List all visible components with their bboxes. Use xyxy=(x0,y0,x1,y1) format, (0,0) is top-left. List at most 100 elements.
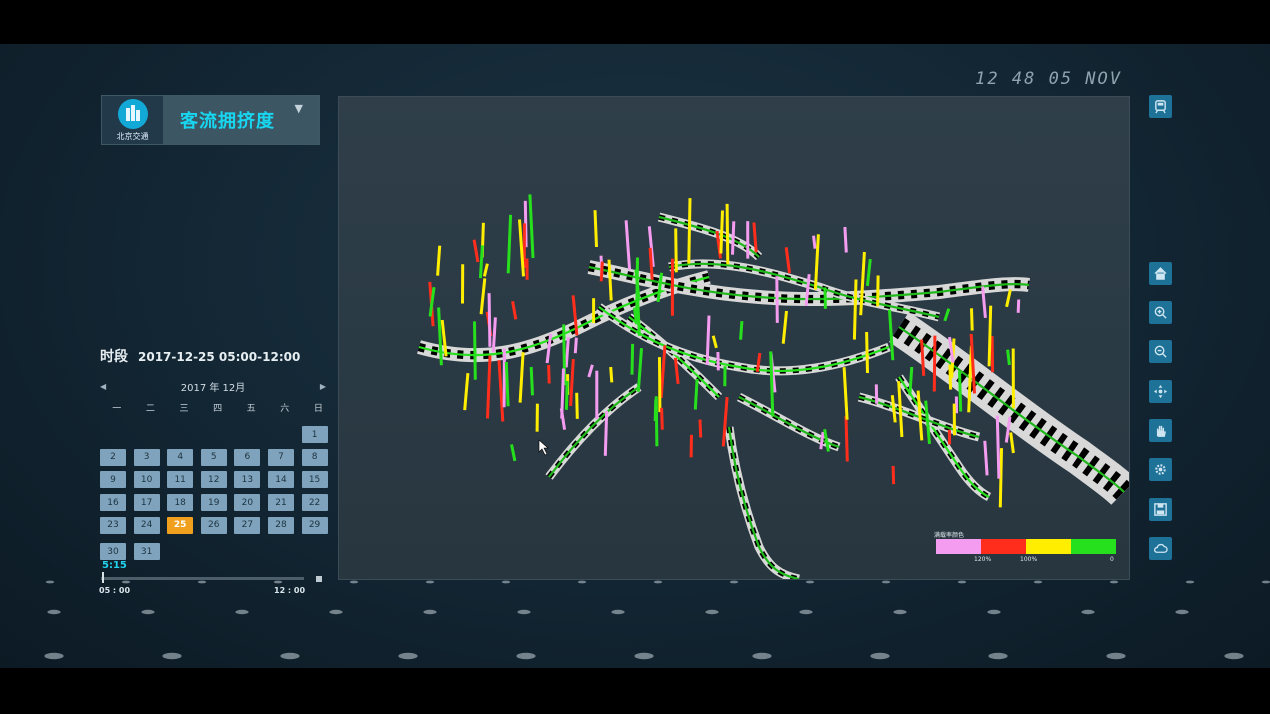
weekday-label: 六 xyxy=(280,404,290,414)
calendar-day[interactable]: 27 xyxy=(234,516,261,534)
station-load-bar xyxy=(705,315,711,365)
calendar-day[interactable]: 9 xyxy=(100,471,126,489)
calendar-day[interactable]: 10 xyxy=(133,471,160,489)
network-visualization xyxy=(417,194,1129,579)
cloud-icon[interactable] xyxy=(1149,537,1172,560)
calendar-day[interactable]: 11 xyxy=(167,471,194,489)
triangle-down-icon[interactable]: ▼ xyxy=(295,102,303,115)
period-value: 2017-12-25 05:00-12:00 xyxy=(138,350,301,364)
station-load-bar xyxy=(958,371,963,412)
calendar-day-selected[interactable]: 25 xyxy=(167,516,194,534)
station-load-bar xyxy=(916,390,924,441)
floor-dot xyxy=(1175,609,1189,615)
zoom-out-icon[interactable] xyxy=(1149,340,1172,363)
calendar-day[interactable]: 20 xyxy=(234,494,261,512)
calendar-day[interactable]: 16 xyxy=(100,494,126,512)
calendar-day[interactable]: 29 xyxy=(301,516,328,534)
calendar-day[interactable]: 4 xyxy=(167,448,194,466)
station-load-bar xyxy=(924,400,931,445)
station-load-bar xyxy=(897,381,904,438)
floor-dot xyxy=(197,580,207,584)
floor-dot xyxy=(799,609,813,615)
station-load-bar xyxy=(987,305,993,367)
weekday-header: 一二三四五六日 xyxy=(100,401,330,414)
calendar-day[interactable]: 26 xyxy=(200,516,227,534)
station-load-bar xyxy=(603,410,609,456)
calendar-day[interactable]: 24 xyxy=(133,516,160,534)
calendar-day[interactable]: 2 xyxy=(100,448,126,466)
legend-swatch xyxy=(936,539,981,554)
page-title: 客流拥挤度 xyxy=(180,111,275,132)
station-load-bar xyxy=(487,293,492,347)
save-icon[interactable] xyxy=(1149,498,1172,521)
subway-3d-map[interactable] xyxy=(338,96,1130,580)
floor-dot xyxy=(423,609,437,615)
station-load-bar xyxy=(510,444,517,462)
calendar-day[interactable]: 6 xyxy=(234,448,261,466)
hand-icon[interactable] xyxy=(1149,419,1172,442)
title-header: 北京交通 客流拥挤度 ▼ xyxy=(101,95,320,145)
stop-icon[interactable] xyxy=(316,576,322,582)
calendar-empty xyxy=(234,426,260,443)
station-load-bar xyxy=(781,310,788,344)
calendar-day[interactable]: 28 xyxy=(267,516,294,534)
calendar-day[interactable]: 3 xyxy=(133,448,160,466)
chevron-left-icon[interactable]: ◀ xyxy=(100,382,106,391)
clock: 12 48 05 NOV xyxy=(975,69,1122,89)
move-icon[interactable] xyxy=(1149,380,1172,403)
calendar-day[interactable]: 13 xyxy=(234,471,261,489)
station-load-bar xyxy=(593,210,598,248)
station-load-bar xyxy=(587,364,594,378)
floor-dot xyxy=(1081,609,1095,615)
calendar-day[interactable]: 8 xyxy=(301,448,328,466)
station-load-bar xyxy=(472,239,480,263)
floor-dot xyxy=(280,652,300,660)
station-load-bar xyxy=(511,300,518,320)
calendar-day[interactable]: 15 xyxy=(301,471,328,489)
station-load-bar xyxy=(891,465,896,485)
slider-handle[interactable] xyxy=(102,572,104,583)
calendar-day[interactable]: 12 xyxy=(200,471,227,489)
calendar-day[interactable]: 18 xyxy=(167,494,194,512)
calendar-day[interactable]: 14 xyxy=(267,471,294,489)
calendar-day[interactable]: 31 xyxy=(133,543,160,561)
station-load-bar xyxy=(990,336,995,373)
calendar-empty xyxy=(134,426,160,443)
station-load-bar xyxy=(784,247,791,274)
calendar-day[interactable]: 30 xyxy=(100,543,126,561)
zoom-in-icon[interactable] xyxy=(1149,301,1172,324)
station-load-bar xyxy=(1006,349,1011,366)
calendar-day[interactable]: 23 xyxy=(100,516,126,534)
chevron-right-icon[interactable]: ▶ xyxy=(320,382,326,391)
station-load-bar xyxy=(660,407,664,430)
station-load-bar xyxy=(719,210,724,254)
calendar-day[interactable]: 1 xyxy=(301,426,328,443)
calendar-day[interactable]: 5 xyxy=(200,448,227,466)
settings-icon[interactable] xyxy=(1149,458,1172,481)
calendar-day[interactable]: 22 xyxy=(301,494,328,512)
station-load-bar xyxy=(698,419,703,438)
view-selector[interactable]: 客流拥挤度 ▼ xyxy=(164,96,319,144)
floor-dot xyxy=(881,580,891,584)
floor-dot xyxy=(634,652,654,660)
floor-dot xyxy=(273,580,283,584)
station-load-bar xyxy=(852,279,858,340)
calendar-day[interactable]: 19 xyxy=(200,494,227,512)
train-icon[interactable] xyxy=(1149,95,1172,118)
logo-icon xyxy=(117,98,148,129)
period-row: 时段 2017-12-25 05:00-12:00 xyxy=(100,346,300,366)
calendar-day[interactable]: 17 xyxy=(133,494,160,512)
mouse-cursor xyxy=(538,439,549,456)
floor-dot xyxy=(987,609,1001,615)
station-load-bar xyxy=(506,214,513,274)
floor-dot xyxy=(957,580,967,584)
legend-tick: 120% xyxy=(974,556,992,563)
floor-dot xyxy=(752,652,772,660)
calendar-day[interactable]: 7 xyxy=(267,448,294,466)
time-slider[interactable] xyxy=(101,577,304,580)
calendar-day[interactable]: 21 xyxy=(267,494,294,512)
station-load-bar xyxy=(1016,299,1021,313)
home-icon[interactable] xyxy=(1149,262,1172,285)
station-load-bar xyxy=(739,320,744,340)
station-load-bar xyxy=(731,221,736,255)
